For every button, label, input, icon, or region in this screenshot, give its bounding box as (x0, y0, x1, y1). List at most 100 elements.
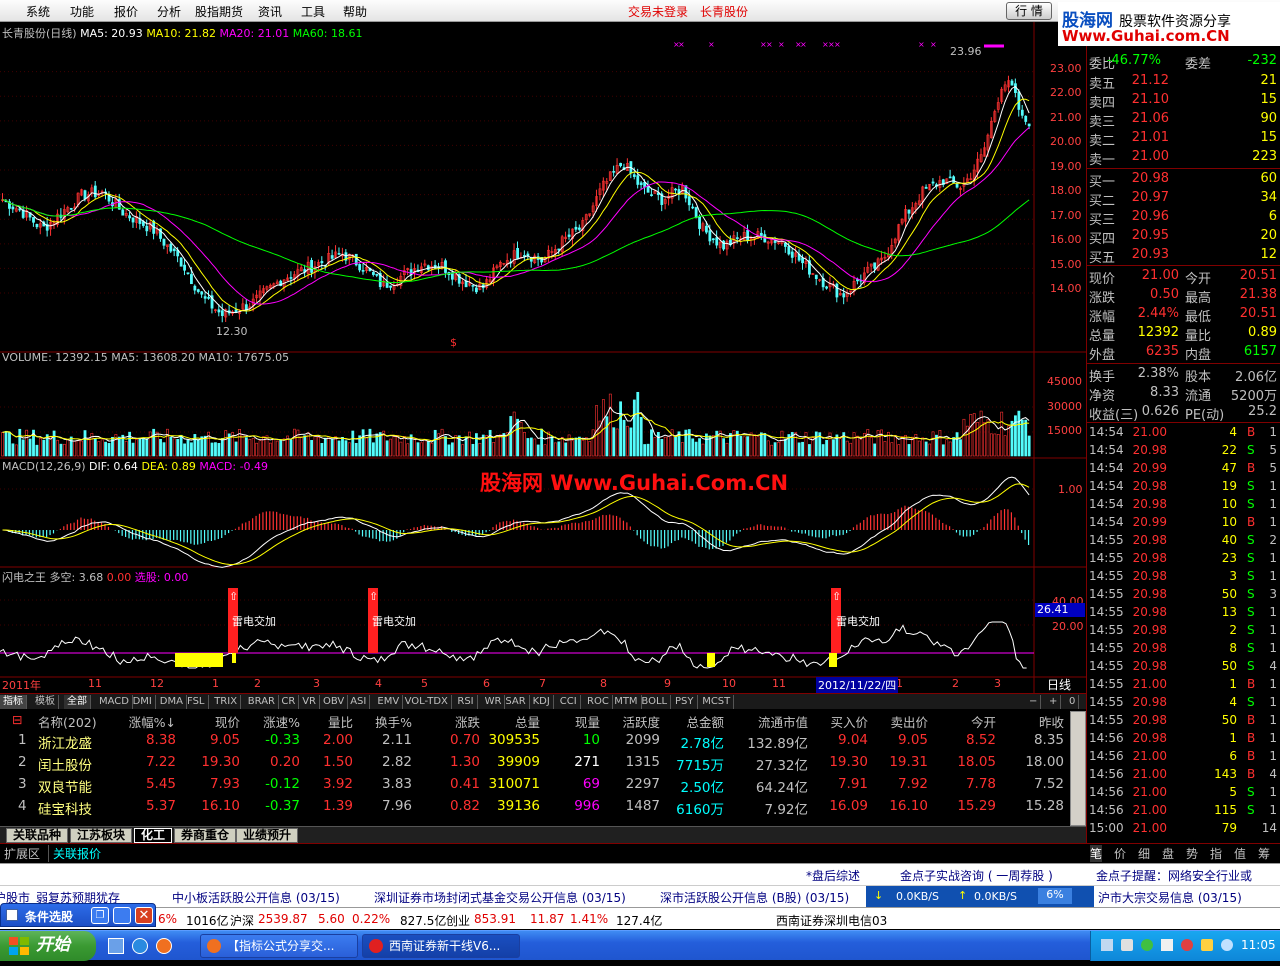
indicator-tab-17[interactable]: SAR (502, 695, 530, 709)
maximize-icon[interactable] (113, 907, 131, 924)
tab-value[interactable]: 值 (1234, 845, 1246, 862)
news-item[interactable]: 深市活跃股公开信息 (B股) (03/15) (660, 889, 849, 906)
condition-select-window[interactable]: 条件选股 ❐ ✕ (0, 903, 156, 927)
column-header[interactable]: 总量 (515, 712, 540, 731)
indicator-tab-2[interactable]: 全部 (64, 695, 91, 709)
chart-area[interactable]: × × × × × × × × × × × × × ⇧ ⇧ ⇧ 长青股份(日线) MA5: 20.93 MA… (0, 22, 1086, 693)
menu-help[interactable]: 帮助 (343, 3, 367, 20)
tab-trend[interactable]: 势 (1186, 845, 1198, 862)
column-header[interactable]: 现价 (215, 712, 240, 731)
sort-flag-icon[interactable]: ⊟ (12, 712, 22, 727)
indicator-tab-6[interactable]: FSL (184, 695, 209, 709)
column-header[interactable]: 昨收 (1039, 712, 1064, 731)
menu-function[interactable]: 功能 (70, 3, 94, 20)
indicator-tab-19[interactable]: CCI (557, 695, 581, 709)
cell-name[interactable]: 浙江龙盛 (38, 732, 92, 752)
column-header[interactable]: 涨跌 (455, 712, 480, 731)
start-button[interactable]: 开始 (0, 931, 96, 961)
indicator-tab-14[interactable]: VOL-TDX (402, 695, 452, 709)
indicator-tab-21[interactable]: MTM (611, 695, 642, 709)
indicator-tab-9[interactable]: CR (278, 695, 300, 709)
security-icon[interactable] (1141, 939, 1153, 951)
column-header[interactable]: 总金额 (686, 712, 724, 731)
network-icon[interactable] (1121, 939, 1133, 951)
related-quote-tab[interactable]: 关联报价 (48, 845, 101, 862)
column-header[interactable]: 流通市值 (758, 712, 808, 731)
indicator-tab-15[interactable]: RSI (454, 695, 478, 709)
tab-broker-holdings[interactable]: 券商重仓 (174, 828, 237, 843)
quicklaunch-desktop-icon[interactable] (108, 938, 124, 954)
update-icon[interactable] (1221, 939, 1233, 951)
news-item[interactable]: 深圳证券市场封闭式基金交易公开信息 (03/15) (374, 889, 626, 906)
news-item[interactable]: 中小板活跃股公开信息 (03/15) (172, 889, 340, 906)
restore-icon[interactable]: ❐ (91, 907, 109, 924)
volume-icon[interactable] (1161, 939, 1173, 951)
reset-icon[interactable]: 0 (1066, 695, 1080, 709)
task-formula-share[interactable]: 【指标公式分享交... (200, 934, 358, 958)
tab-index[interactable]: 指 (1210, 845, 1222, 862)
indicator-tab-18[interactable]: KDJ (530, 695, 554, 709)
tab-detail[interactable]: 细 (1138, 845, 1150, 862)
indicator-tab-11[interactable]: OBV (320, 695, 349, 709)
menu-index-futures[interactable]: 股指期货 (195, 3, 243, 20)
tab-chemical[interactable]: 化工 (134, 828, 173, 843)
column-header[interactable]: 名称(202) (38, 712, 97, 731)
indicator-tab-24[interactable]: MCST (699, 695, 735, 709)
tab-jiangsu-sector[interactable]: 江苏板块 (70, 828, 133, 843)
zoom-out-icon[interactable]: − (1026, 695, 1042, 709)
indicator-tab-7[interactable]: TRIX (211, 695, 242, 709)
indicator-tab-13[interactable]: EMV (374, 695, 404, 709)
trade-status[interactable]: 交易未登录 (628, 3, 688, 20)
indicator-tab-0[interactable]: 指标 (0, 695, 27, 709)
cell-name[interactable]: 双良节能 (38, 776, 92, 796)
news-item[interactable]: 金点子实战咨询 ( 一周荐股 ) (900, 867, 1053, 884)
tab-ticks[interactable]: 笔 (1090, 845, 1103, 862)
menu-analysis[interactable]: 分析 (157, 3, 181, 20)
close-icon[interactable]: ✕ (135, 907, 153, 924)
period-label[interactable]: 日线 (1047, 676, 1071, 693)
antivirus-icon[interactable] (1181, 939, 1193, 951)
indicator-tab-1[interactable]: 模板 (32, 695, 59, 709)
indicator-tab-4[interactable]: DMI (130, 695, 156, 709)
column-header[interactable]: 现量 (575, 712, 600, 731)
menu-system[interactable]: 系统 (26, 3, 50, 20)
column-header[interactable]: 涨幅%↓ (129, 712, 176, 731)
quote-button[interactable]: 行 情 (1006, 2, 1052, 20)
column-header[interactable]: 买入价 (830, 712, 868, 731)
indicator-tab-22[interactable]: BOLL (638, 695, 672, 709)
column-header[interactable]: 换手% (375, 712, 412, 731)
menu-quote[interactable]: 报价 (114, 3, 138, 20)
table-scrollbar[interactable] (1070, 711, 1086, 826)
zoom-in-icon[interactable]: + (1046, 695, 1062, 709)
menu-tools[interactable]: 工具 (301, 3, 325, 20)
column-header[interactable]: 活跃度 (622, 712, 660, 731)
indicator-tab-12[interactable]: ASI (347, 695, 371, 709)
menu-news[interactable]: 资讯 (258, 3, 282, 20)
tab-chips[interactable]: 筹 (1258, 845, 1270, 862)
news-item[interactable]: 沪市大宗交易信息 (03/15) (1098, 889, 1242, 906)
ext-area-tab[interactable]: 扩展区 (4, 845, 40, 862)
indicator-tab-8[interactable]: BRAR (245, 695, 279, 709)
indicator-tab-20[interactable]: ROC (584, 695, 613, 709)
indicator-tab-5[interactable]: DMA (157, 695, 187, 709)
tab-earnings-up[interactable]: 业绩预升 (236, 828, 299, 843)
cell-name[interactable]: 硅宝科技 (38, 798, 92, 818)
cell-name[interactable]: 闰土股份 (38, 754, 92, 774)
tab-book[interactable]: 盘 (1162, 845, 1174, 862)
keyboard-icon[interactable] (1101, 939, 1113, 951)
column-header[interactable]: 量比 (328, 712, 353, 731)
news-item[interactable]: *盘后综述 (806, 867, 860, 884)
column-header[interactable]: 卖出价 (890, 712, 928, 731)
indicator-tab-3[interactable]: MACD (96, 695, 133, 709)
quicklaunch-ie-icon[interactable] (132, 938, 148, 954)
indicator-tab-23[interactable]: PSY (672, 695, 698, 709)
shield-icon[interactable] (1201, 939, 1213, 951)
column-header[interactable]: 涨速% (263, 712, 300, 731)
tab-price[interactable]: 价 (1114, 845, 1126, 862)
quicklaunch-browser-icon[interactable] (156, 938, 172, 954)
news-item[interactable]: 金点子提醒：网络安全行业或 (1096, 867, 1252, 884)
column-header[interactable]: 今开 (971, 712, 996, 731)
tab-related-products[interactable]: 关联品种 (6, 828, 69, 843)
indicator-tab-10[interactable]: VR (299, 695, 320, 709)
task-trading-app[interactable]: 西南证券新干线V6... (362, 934, 520, 958)
